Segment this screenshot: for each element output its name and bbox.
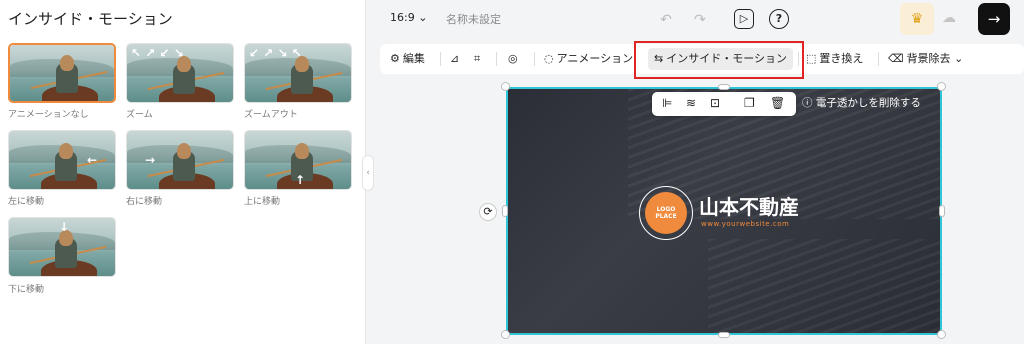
eraser-icon: ⌫ <box>888 52 904 65</box>
motion-zoom-out-label: ズームアウト <box>244 110 298 120</box>
crop-icon[interactable]: ⌗ <box>474 44 480 74</box>
undo-icon[interactable]: ↶ <box>656 10 676 30</box>
arrow-left-icon: ← <box>87 153 98 167</box>
animation-button[interactable]: ◌ アニメーション <box>544 44 633 74</box>
remove-watermark-link[interactable]: ⓘ 電子透かしを削除する <box>802 95 921 110</box>
motion-move-up-thumb[interactable]: ↑ <box>244 130 352 190</box>
arrow-down-icon: ↓ <box>59 220 70 234</box>
animation-icon: ◌ <box>544 52 554 65</box>
layers-icon[interactable]: ≋ <box>686 96 696 110</box>
chevron-down-icon: ⌄ <box>954 52 964 65</box>
replace-button[interactable]: ⬚ 置き換え <box>806 44 863 74</box>
lock-icon[interactable]: ⊡ <box>710 96 720 110</box>
zoom-out-arrows-icon: ↙ ↗ ↘ ↖ <box>249 46 302 60</box>
motion-move-down-label: 下に移動 <box>8 285 45 295</box>
logo-placeholder[interactable]: LOGO PLACE <box>645 192 687 234</box>
redo-icon[interactable]: ↷ <box>690 10 710 30</box>
remove-background-label: 背景除去 <box>906 52 951 65</box>
motion-move-left-label: 左に移動 <box>8 197 45 207</box>
aspect-ratio-dropdown[interactable]: 16:9 ⌄ <box>390 11 427 24</box>
resize-handle-top-right[interactable] <box>937 82 946 91</box>
preview-icon[interactable]: ▷ <box>734 9 754 29</box>
arrow-right-icon: → <box>145 153 156 167</box>
motion-move-right-label: 右に移動 <box>126 197 163 207</box>
motion-move-down-thumb[interactable]: ↓ <box>8 217 116 277</box>
resize-handle-right[interactable] <box>939 205 945 217</box>
motion-zoom-out-thumb[interactable]: ↙ ↗ ↘ ↖ <box>244 43 352 103</box>
remove-watermark-label: 電子透かしを削除する <box>815 97 921 109</box>
logo-text-line2: PLACE <box>655 213 677 220</box>
motion-panel: インサイド・モーション アニメーションなし ↖ ↗ ↙ ↘ ズーム ↙ ↗ ↘ … <box>0 0 366 344</box>
motion-move-right-thumb[interactable]: → <box>126 130 234 190</box>
align-icon[interactable]: ⊫ <box>662 96 672 110</box>
resize-handle-top[interactable] <box>718 84 730 90</box>
cloud-icon[interactable]: ☁ <box>942 10 956 26</box>
motion-move-up-label: 上に移動 <box>244 197 281 207</box>
help-icon[interactable]: ? <box>769 9 789 29</box>
next-button[interactable]: → <box>978 3 1010 35</box>
zoom-arrows-icon: ↖ ↗ ↙ ↘ <box>131 46 184 60</box>
info-icon: ⓘ <box>802 97 813 109</box>
arrow-up-icon: ↑ <box>295 173 306 187</box>
motion-none-thumb[interactable] <box>8 43 116 103</box>
replace-icon: ⬚ <box>806 52 817 65</box>
highlight-box <box>634 41 804 79</box>
motion-none-label: アニメーションなし <box>8 110 89 120</box>
crown-icon[interactable]: ♛ <box>900 3 934 35</box>
motion-zoom-label: ズーム <box>126 110 153 120</box>
panel-title: インサイド・モーション <box>8 10 173 28</box>
resize-handle-left[interactable] <box>502 205 508 217</box>
panel-collapse-handle[interactable]: ‹ <box>362 155 374 191</box>
resize-handle-bottom-right[interactable] <box>937 330 946 339</box>
rotate-icon[interactable]: ⟳ <box>479 203 497 221</box>
replace-label: 置き換え <box>819 52 864 65</box>
sliders-icon: ⚙ <box>390 52 400 65</box>
top-bar: 16:9 ⌄ 名称未設定 ↶ ↷ ▷ ? ♛ ☁ → <box>376 0 1024 40</box>
remove-background-button[interactable]: ⌫ 背景除去 ⌄ <box>888 44 963 74</box>
edit-label: 編集 <box>402 52 425 65</box>
motion-move-left-thumb[interactable]: ← <box>8 130 116 190</box>
website-url-text[interactable]: www.yourwebsite.com <box>701 220 789 228</box>
brand-name-text[interactable]: 山本不動産 <box>699 191 799 220</box>
duplicate-icon[interactable]: ❐ <box>744 96 755 110</box>
logo-text-line1: LOGO <box>656 206 676 213</box>
resize-handle-top-left[interactable] <box>501 82 510 91</box>
mask-icon[interactable]: ◎ <box>508 44 518 74</box>
animation-label: アニメーション <box>556 52 634 65</box>
motion-zoom-thumb[interactable]: ↖ ↗ ↙ ↘ <box>126 43 234 103</box>
delete-icon[interactable]: 🗑 <box>770 96 785 110</box>
project-title-field[interactable]: 名称未設定 <box>446 11 501 27</box>
edit-button[interactable]: ⚙ 編集 <box>390 44 425 74</box>
element-float-toolbar: ⊫ ≋ ⊡ ❐ 🗑 <box>652 92 796 116</box>
flip-icon[interactable]: ⊿ <box>450 44 459 74</box>
resize-handle-bottom[interactable] <box>718 332 730 338</box>
resize-handle-bottom-left[interactable] <box>501 330 510 339</box>
